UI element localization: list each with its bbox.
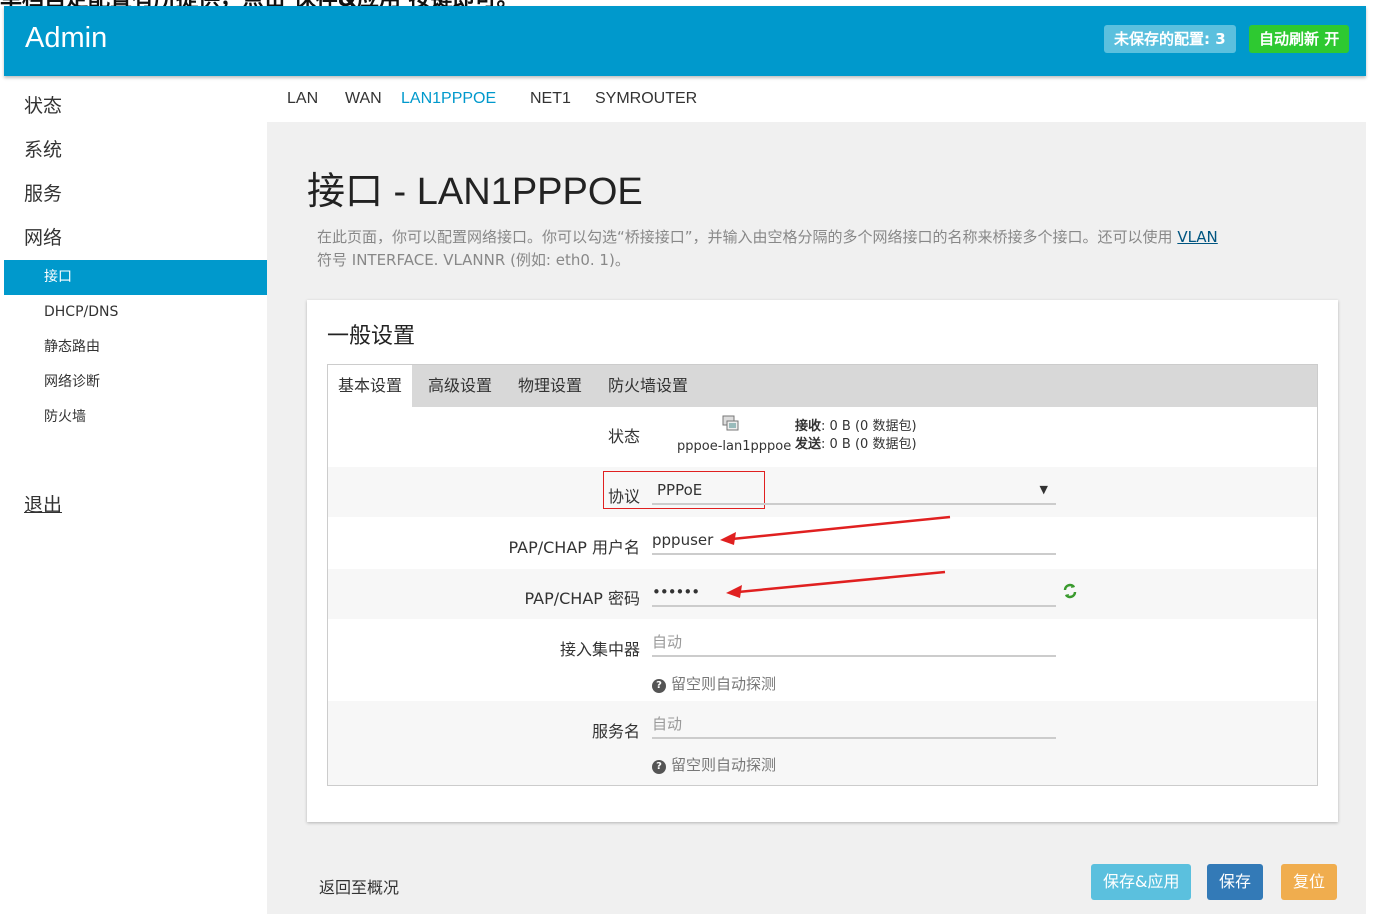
card-title: 一般设置	[327, 324, 416, 349]
password-label: PAP/CHAP 密码	[524, 589, 641, 608]
protocol-select[interactable]: PPPoE ▼	[652, 477, 1056, 505]
help-icon: ?	[652, 679, 666, 693]
concentrator-hint-text: 留空则自动探测	[671, 675, 777, 693]
save-button[interactable]: 保存	[1207, 864, 1264, 900]
service-label: 服务名	[591, 722, 640, 741]
sidebar-item-dhcp-dns[interactable]: DHCP/DNS	[4, 295, 267, 330]
protocol-row: 协议 PPPoE ▼	[328, 467, 1317, 517]
auto-refresh-toggle[interactable]: 自动刷新 开	[1249, 25, 1350, 53]
logout-link[interactable]: 退出	[24, 490, 62, 517]
sidebar-item-network[interactable]: 网络	[4, 216, 267, 260]
reveal-password-icon[interactable]	[1062, 582, 1078, 604]
tx-value: : 0 B (0 数据包)	[821, 437, 917, 452]
tab-lan1pppoe[interactable]: LAN1PPPOE	[391, 76, 507, 127]
reset-button[interactable]: 复位	[1281, 864, 1338, 900]
subtab-firewall[interactable]: 防火墙设置	[598, 365, 698, 407]
sidebar-item-firewall[interactable]: 防火墙	[4, 400, 267, 435]
sidebar-item-status[interactable]: 状态	[4, 84, 267, 128]
concentrator-row: 接入集中器 自动 ? 留空则自动探测	[328, 619, 1317, 701]
username-row: PAP/CHAP 用户名 pppuser	[328, 517, 1317, 569]
rx-label: 接收	[795, 419, 822, 434]
page-description-text-2: 符号 INTERFACE. VLANNR (例如: eth0. 1)。	[317, 251, 630, 269]
status-label: 状态	[607, 427, 640, 446]
protocol-value: PPPoE	[657, 481, 703, 499]
rx-value: : 0 B (0 数据包)	[821, 419, 917, 434]
unsaved-changes-badge[interactable]: 未保存的配置: 3	[1104, 25, 1236, 53]
dropdown-arrow-icon: ▼	[1039, 483, 1048, 496]
tab-symrouter[interactable]: SYMROUTER	[595, 76, 697, 124]
service-row: 服务名 自动 ? 留空则自动探测	[328, 701, 1317, 785]
sidebar-item-static-routes[interactable]: 静态路由	[4, 330, 267, 365]
sidebar-item-diagnostics[interactable]: 网络诊断	[4, 365, 267, 400]
username-input[interactable]: pppuser	[652, 527, 1056, 555]
device-name: pppoe-lan1pppoe	[677, 439, 792, 454]
header-bar: Admin 未保存的配置: 3 自动刷新 开	[4, 6, 1366, 76]
page-description: 在此页面，你可以配置网络接口。你可以勾选“桥接接口”，并输入由空格分隔的多个网络…	[317, 226, 1327, 272]
tab-wan[interactable]: WAN	[345, 76, 382, 124]
subtab-physical[interactable]: 物理设置	[508, 365, 592, 407]
tab-net1[interactable]: NET1	[530, 76, 571, 124]
page-description-text: 在此页面，你可以配置网络接口。你可以勾选“桥接接口”，并输入由空格分隔的多个网络…	[317, 228, 1178, 246]
service-input[interactable]: 自动	[652, 711, 1056, 739]
sidebar-item-interfaces[interactable]: 接口	[4, 260, 267, 295]
vlan-link[interactable]: VLAN	[1177, 228, 1217, 246]
tx-label: 发送	[795, 437, 822, 452]
subtab-basic[interactable]: 基本设置	[328, 365, 413, 407]
service-hint-text: 留空则自动探测	[671, 756, 777, 774]
concentrator-hint: ? 留空则自动探测	[652, 673, 776, 694]
network-device-icon	[721, 414, 741, 438]
back-to-overview-button[interactable]: 返回至概况	[319, 874, 399, 898]
save-apply-button[interactable]: 保存&应用	[1091, 864, 1192, 900]
sidebar: 状态 系统 服务 网络 接口 DHCP/DNS 静态路由 网络诊断 防火墙	[4, 84, 267, 435]
concentrator-input[interactable]: 自动	[652, 629, 1056, 657]
tab-lan[interactable]: LAN	[287, 76, 318, 124]
page-title: 接口 - LAN1PPPOE	[307, 171, 643, 213]
password-input[interactable]: ••••••	[652, 579, 1056, 607]
traffic-stats: 接收: 0 B (0 数据包) 发送: 0 B (0 数据包)	[795, 418, 917, 454]
sidebar-item-system[interactable]: 系统	[4, 128, 267, 172]
subtab-advanced[interactable]: 高级设置	[418, 365, 502, 407]
general-settings-card: 一般设置 基本设置 高级设置 物理设置 防火墙设置 状态 pppoe-lan1p…	[307, 300, 1338, 822]
help-icon: ?	[652, 760, 666, 774]
sidebar-item-services[interactable]: 服务	[4, 172, 267, 216]
status-row: 状态 pppoe-lan1pppoe 接收: 0 B (0 数据包) 发送: 0…	[328, 407, 1317, 467]
settings-panel: 基本设置 高级设置 物理设置 防火墙设置 状态 pppoe-lan1pppoe	[327, 364, 1318, 786]
username-label: PAP/CHAP 用户名	[508, 538, 641, 557]
brand-logo[interactable]: Admin	[25, 22, 107, 55]
service-hint: ? 留空则自动探测	[652, 754, 776, 775]
concentrator-label: 接入集中器	[559, 640, 640, 659]
protocol-label: 协议	[607, 487, 640, 506]
main-content: 接口 - LAN1PPPOE 在此页面，你可以配置网络接口。你可以勾选“桥接接口…	[267, 122, 1366, 914]
settings-subtabs: 基本设置 高级设置 物理设置 防火墙设置	[328, 365, 1317, 407]
password-row: PAP/CHAP 密码 ••••••	[328, 569, 1317, 619]
